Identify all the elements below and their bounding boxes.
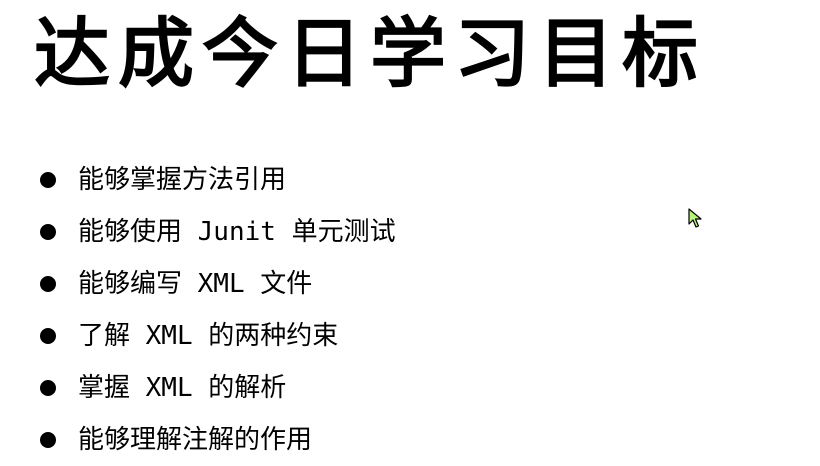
goal-item: 掌握 XML 的解析 <box>40 362 396 414</box>
goal-item: 能够使用 Junit 单元测试 <box>40 206 396 258</box>
goal-item: 了解 XML 的两种约束 <box>40 310 396 362</box>
bullet-icon <box>40 328 56 344</box>
bullet-icon <box>40 380 56 396</box>
bullet-icon <box>40 172 56 188</box>
goal-item: 能够编写 XML 文件 <box>40 258 396 310</box>
goal-text: 能够使用 Junit 单元测试 <box>78 217 396 247</box>
goal-text: 掌握 XML 的解析 <box>78 373 287 403</box>
slide-title: 达成今日学习目标 <box>34 9 706 98</box>
goal-list: 能够掌握方法引用 能够使用 Junit 单元测试 能够编写 XML 文件 了解 … <box>40 154 396 466</box>
goal-text: 了解 XML 的两种约束 <box>78 321 339 351</box>
bullet-icon <box>40 224 56 240</box>
goal-text: 能够编写 XML 文件 <box>78 269 313 299</box>
slide: 达成今日学习目标 能够掌握方法引用 能够使用 Junit 单元测试 能够编写 X… <box>0 0 820 463</box>
goal-item: 能够掌握方法引用 <box>40 154 396 206</box>
bullet-icon <box>40 276 56 292</box>
goal-item: 能够理解注解的作用 <box>40 414 396 466</box>
mouse-pointer-icon <box>688 208 702 228</box>
goal-text: 能够掌握方法引用 <box>78 165 287 195</box>
goal-text: 能够理解注解的作用 <box>78 425 313 455</box>
bullet-icon <box>40 432 56 448</box>
